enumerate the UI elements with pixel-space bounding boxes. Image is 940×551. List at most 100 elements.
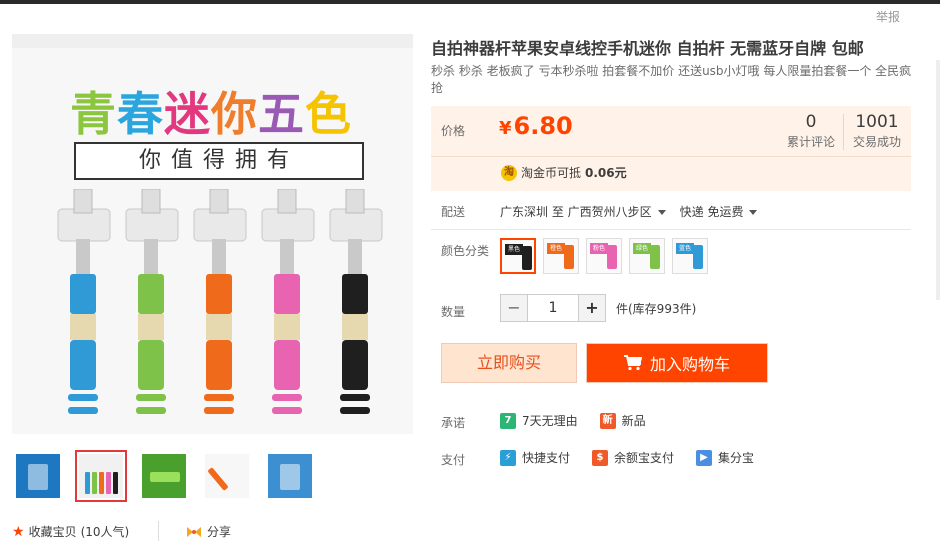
price-value: ¥6.80 xyxy=(499,112,573,140)
selfie-stick xyxy=(193,189,247,414)
add-to-cart-label: 加入购物车 xyxy=(649,355,730,374)
coin-amount: 0.06元 xyxy=(585,166,627,180)
headline-char: 青 xyxy=(70,87,117,141)
color-swatch[interactable]: 绿色 xyxy=(629,238,665,274)
headline-char: 春 xyxy=(117,87,164,141)
favorite-button[interactable]: ★ 收藏宝贝 (10人气) xyxy=(12,523,129,540)
selfie-stick xyxy=(261,189,315,414)
payment-item[interactable]: ⚡ 快捷支付 xyxy=(500,449,570,466)
payment-text: 余额宝支付 xyxy=(614,451,675,465)
share-icon xyxy=(187,526,201,537)
headline-char: 五 xyxy=(258,87,305,141)
swatch-tag: 绿色 xyxy=(633,243,651,254)
product-subtitle: 秒杀 秒杀 老板疯了 亏本秒杀啦 拍套餐不加价 还送usb小灯哦 每人限量拍套餐… xyxy=(431,64,912,95)
favorite-count: (10人气) xyxy=(80,525,130,539)
swatch-stick xyxy=(564,245,574,269)
thumbnail-stick xyxy=(106,472,111,494)
swatch-stick xyxy=(607,245,617,269)
headline-char: 迷 xyxy=(164,87,211,141)
thumbnail-stick xyxy=(92,472,97,494)
color-swatches: 黑色 橙色 粉色 绿色 蓝色 xyxy=(500,238,708,274)
selfie-stick xyxy=(329,189,383,414)
headline-char: 色 xyxy=(305,87,352,141)
coin-text: 淘金币可抵 xyxy=(521,166,582,180)
quantity-decrease-button[interactable]: − xyxy=(500,294,528,322)
thumbnail[interactable] xyxy=(138,450,190,502)
payment-text: 集分宝 xyxy=(718,451,755,465)
payment-icon: ⚡ xyxy=(500,449,516,466)
thumbnail[interactable] xyxy=(12,450,64,502)
cart-icon xyxy=(623,355,642,371)
add-to-cart-button[interactable]: 加入购物车 xyxy=(586,343,768,383)
swatch-stick xyxy=(693,245,703,269)
shipping-method-select[interactable]: 快递 免运费 xyxy=(680,203,758,220)
image-subline: 你值得拥有 xyxy=(74,142,364,180)
image-top-band xyxy=(12,34,413,48)
reviews-label: 累计评论 xyxy=(786,135,835,149)
payment-item[interactable]: ▶ 集分宝 xyxy=(696,449,754,466)
stock-text: 件(库存993件) xyxy=(616,301,697,316)
footer-divider xyxy=(158,521,159,541)
payment-icon: $ xyxy=(592,449,609,466)
promise-items: 7 7天无理由 新新品 xyxy=(500,412,646,429)
color-label: 颜色分类 xyxy=(441,244,490,258)
thumbnail-stick xyxy=(207,467,229,491)
color-swatch[interactable]: 粉色 xyxy=(586,238,622,274)
promise-item[interactable]: 新新品 xyxy=(599,412,646,429)
payment-text: 快捷支付 xyxy=(522,451,571,465)
coin-icon: 淘 xyxy=(501,164,517,181)
share-button[interactable]: 分享 xyxy=(186,523,231,540)
reviews-count: 0 xyxy=(805,112,817,132)
reviews-stat[interactable]: 0 累计评论 xyxy=(785,112,837,150)
color-swatch[interactable]: 蓝色 xyxy=(672,238,708,274)
swatch-stick xyxy=(522,246,532,270)
payment-item[interactable]: $ 余额宝支付 xyxy=(592,449,674,466)
top-bar xyxy=(0,0,940,4)
thumbnail-image xyxy=(205,454,249,498)
shipping-method: 快递 免运费 xyxy=(679,205,744,219)
promise-icon: 7 xyxy=(500,412,516,429)
thumbnail-stick xyxy=(85,472,90,494)
payment-icon: ▶ xyxy=(696,449,713,466)
main-product-image[interactable]: 青春迷你五色 你值得拥有 xyxy=(12,34,413,434)
thumbnail-stick xyxy=(113,472,118,494)
share-label: 分享 xyxy=(207,525,232,539)
currency-symbol: ¥ xyxy=(499,118,512,139)
favorite-label: 收藏宝贝 xyxy=(28,525,77,539)
swatch-stick xyxy=(650,245,660,269)
thumbnail-stick xyxy=(99,472,104,494)
thumbnail-graphic xyxy=(280,464,300,490)
color-swatch[interactable]: 橙色 xyxy=(543,238,579,274)
promise-text: 7天无理由 xyxy=(522,414,578,428)
promise-item[interactable]: 7 7天无理由 xyxy=(500,412,578,429)
quantity-input[interactable]: 1 xyxy=(528,294,578,322)
shipping-destination: 广东深圳 至 广西贺州八步区 xyxy=(500,205,652,219)
promise-label: 承诺 xyxy=(441,416,466,430)
shipping-destination-select[interactable]: 广东深圳 至 广西贺州八步区 xyxy=(500,203,666,220)
sales-stat[interactable]: 1001 交易成功 xyxy=(849,112,905,150)
thumbnail[interactable] xyxy=(264,450,316,502)
chevron-down-icon xyxy=(657,210,666,215)
headline-char: 你 xyxy=(211,87,258,141)
thumbnail[interactable] xyxy=(201,450,253,502)
swatch-tag: 橙色 xyxy=(547,243,565,254)
selfie-stick xyxy=(125,189,179,414)
report-link[interactable]: 举报 xyxy=(876,8,900,25)
color-swatch[interactable]: 黑色 xyxy=(500,238,536,274)
thumbnail-graphic xyxy=(28,464,48,490)
stat-divider xyxy=(843,114,844,150)
taojinbi-row: 淘 淘金币可抵 0.06元 xyxy=(501,164,627,181)
quantity-increase-button[interactable]: + xyxy=(578,294,606,322)
promise-text: 新品 xyxy=(621,414,646,428)
payment-label: 支付 xyxy=(441,453,466,467)
buy-now-button[interactable]: 立即购买 xyxy=(441,343,577,383)
price-amount: 6.80 xyxy=(513,112,573,140)
sales-label: 交易成功 xyxy=(852,135,901,149)
promise-icon: 新 xyxy=(599,412,616,429)
quantity-stepper: − 1 + 件(库存993件) xyxy=(500,294,696,322)
selfie-sticks-illustration xyxy=(57,189,383,414)
scrollbar-edge xyxy=(936,60,940,300)
quantity-label: 数量 xyxy=(441,305,466,319)
thumbnail[interactable] xyxy=(75,450,127,502)
thumbnail-image xyxy=(16,454,60,498)
